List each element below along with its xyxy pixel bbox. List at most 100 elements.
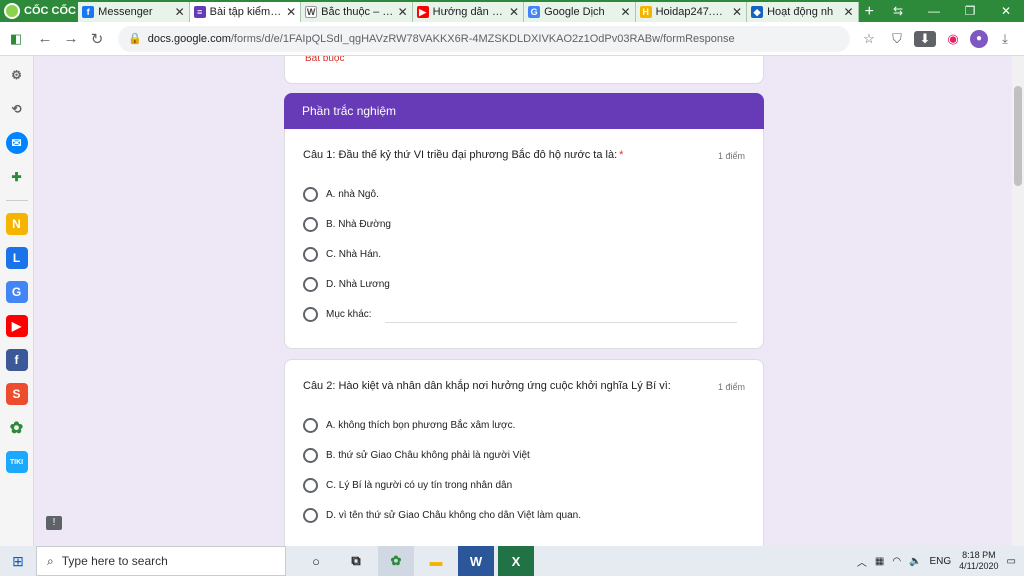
q1-option-other[interactable]: Mục khác: bbox=[303, 307, 372, 322]
reload-icon[interactable]: ↻ bbox=[84, 30, 110, 48]
n-app-icon[interactable]: N bbox=[5, 213, 28, 235]
tab-youtube[interactable]: ▶ Hướng dẫn Hà ✕ bbox=[412, 2, 525, 22]
browser-brand[interactable]: CỐC CỐC bbox=[0, 0, 78, 22]
coccoc-logo-icon bbox=[4, 3, 20, 19]
other-text-input[interactable] bbox=[385, 322, 737, 323]
file-explorer-icon[interactable]: ▬ bbox=[418, 546, 454, 576]
tab-title: Bài tập kiểm tra bbox=[209, 6, 283, 18]
word-icon[interactable]: W bbox=[458, 546, 494, 576]
question-2-text: Câu 2: Hào kiệt và nhân dân khắp nơi hưở… bbox=[303, 380, 671, 392]
option-label: D. Nhà Lương bbox=[326, 279, 390, 290]
radio-button[interactable] bbox=[303, 217, 318, 232]
question-1-label: Câu 1: Đầu thế kỷ thứ VI triều đại phươn… bbox=[303, 149, 618, 161]
radio-button[interactable] bbox=[303, 478, 318, 493]
close-icon[interactable]: ✕ bbox=[398, 5, 408, 19]
q1-option-a[interactable]: A. nhà Ngô. bbox=[303, 187, 379, 202]
wifi-icon[interactable]: ◠ bbox=[892, 556, 901, 567]
chevron-up-icon[interactable]: ︿ bbox=[857, 554, 867, 569]
excel-icon[interactable]: X bbox=[498, 546, 534, 576]
clock[interactable]: 8:18 PM 4/11/2020 bbox=[959, 550, 998, 572]
tab-hoidap[interactable]: H Hoidap247.com ✕ bbox=[635, 2, 748, 22]
section-title: Phần trắc nghiệm bbox=[284, 93, 764, 129]
tab-google-translate[interactable]: G Google Dịch ✕ bbox=[524, 2, 636, 22]
browser-toolbar: ◧ ← → ↻ 🔒 docs.google.com/forms/d/e/1FAI… bbox=[0, 22, 1024, 56]
radio-button[interactable] bbox=[303, 247, 318, 262]
coccoc-taskbar-icon[interactable]: ✿ bbox=[378, 546, 414, 576]
q1-option-d[interactable]: D. Nhà Lương bbox=[303, 277, 390, 292]
gear-icon[interactable]: ⚙ bbox=[6, 64, 28, 86]
wikipedia-icon: W bbox=[305, 6, 318, 18]
sidebar-toggle-icon[interactable]: ◧ bbox=[0, 31, 32, 47]
network-icon[interactable]: ▦ bbox=[875, 556, 884, 567]
task-view-icon[interactable]: ⧉ bbox=[338, 546, 374, 576]
download-icon[interactable]: ⤓ bbox=[994, 31, 1016, 47]
search-icon: ⌕ bbox=[47, 553, 54, 568]
q2-option-c[interactable]: C. Lý Bí là người có uy tín trong nhân d… bbox=[303, 478, 512, 493]
extension-icon[interactable]: ◉ bbox=[942, 31, 964, 47]
forward-icon[interactable]: → bbox=[58, 30, 84, 47]
new-tab-button[interactable]: + bbox=[859, 2, 880, 22]
search-placeholder: Type here to search bbox=[61, 554, 168, 568]
close-icon[interactable]: ✕ bbox=[844, 5, 854, 19]
taskbar-search[interactable]: ⌕ Type here to search bbox=[36, 546, 286, 576]
q1-option-b[interactable]: B. Nhà Đường bbox=[303, 217, 391, 232]
close-window-icon[interactable]: ✕ bbox=[988, 4, 1024, 18]
close-icon[interactable]: ✕ bbox=[621, 5, 631, 19]
bookmark-star-icon[interactable]: ☆ bbox=[858, 31, 880, 47]
browser-sidebar: ⚙ ⟲ ✉ ✚ N L G ▶ f S ✿ TIKI bbox=[0, 56, 34, 546]
facebook-icon[interactable]: f bbox=[5, 349, 28, 371]
tab-title: Hoạt động nh bbox=[767, 6, 834, 18]
option-label: A. nhà Ngô. bbox=[326, 189, 379, 200]
shield-icon[interactable]: ⛉ bbox=[886, 31, 908, 47]
radio-button[interactable] bbox=[303, 508, 318, 523]
q1-option-c[interactable]: C. Nhà Hán. bbox=[303, 247, 381, 262]
q2-option-d[interactable]: D. vì tên thứ sử Giao Châu không cho dân… bbox=[303, 508, 581, 523]
scroll-thumb[interactable] bbox=[1014, 86, 1022, 186]
question-card-1: Câu 1: Đầu thế kỷ thứ VI triều đại phươn… bbox=[284, 129, 764, 349]
option-label: C. Lý Bí là người có uy tín trong nhân d… bbox=[326, 480, 513, 491]
tiki-icon[interactable]: TIKI bbox=[5, 451, 28, 473]
q2-option-b[interactable]: B. thứ sử Giao Châu không phải là người … bbox=[303, 448, 530, 463]
windows-start-icon[interactable]: ⊞ bbox=[0, 553, 36, 570]
youtube-icon[interactable]: ▶ bbox=[5, 315, 28, 337]
form-header-card: Bắt buộc bbox=[284, 56, 764, 84]
tab-messenger[interactable]: f Messenger ✕ bbox=[78, 2, 190, 22]
forms-icon: ≡ bbox=[193, 6, 206, 18]
coccoc-icon[interactable]: ✿ bbox=[6, 417, 28, 439]
window-controls: ⇆ — ❐ ✕ bbox=[880, 0, 1024, 22]
radio-button[interactable] bbox=[303, 418, 318, 433]
cortana-icon[interactable]: ○ bbox=[298, 546, 334, 576]
language-indicator[interactable]: ENG bbox=[930, 556, 952, 567]
close-icon[interactable]: ✕ bbox=[286, 5, 296, 19]
close-icon[interactable]: ✕ bbox=[509, 5, 519, 19]
radio-button[interactable] bbox=[303, 448, 318, 463]
q2-option-a[interactable]: A. không thích bọn phương Bắc xâm lược. bbox=[303, 418, 515, 433]
page-scrollbar[interactable] bbox=[1012, 56, 1024, 546]
question-1-text: Câu 1: Đầu thế kỷ thứ VI triều đại phươn… bbox=[303, 149, 623, 161]
history-icon[interactable]: ⟲ bbox=[6, 98, 28, 120]
address-bar[interactable]: 🔒 docs.google.com/forms/d/e/1FAIpQLSdI_q… bbox=[118, 25, 850, 52]
translate-icon[interactable]: G bbox=[5, 281, 28, 303]
radio-button[interactable] bbox=[303, 277, 318, 292]
notification-icon[interactable]: ▭ bbox=[1007, 556, 1016, 567]
back-icon[interactable]: ← bbox=[32, 30, 58, 47]
minimize-icon[interactable]: — bbox=[916, 4, 952, 18]
messenger-icon[interactable]: ✉ bbox=[5, 132, 28, 154]
radio-button[interactable] bbox=[303, 307, 318, 322]
volume-icon[interactable]: 🔈 bbox=[909, 556, 921, 567]
restore-icon[interactable]: ❐ bbox=[952, 4, 988, 18]
tab-wikipedia[interactable]: W Bắc thuộc – Wikipedia ✕ bbox=[301, 2, 413, 22]
tab-list-icon[interactable]: ⇆ bbox=[880, 4, 916, 18]
profile-avatar[interactable]: ● bbox=[970, 29, 988, 48]
l-app-icon[interactable]: L bbox=[5, 247, 28, 269]
question-1-points: 1 điểm bbox=[717, 151, 745, 161]
radio-button[interactable] bbox=[303, 187, 318, 202]
gamepad-icon[interactable]: ✚ bbox=[6, 166, 28, 188]
close-icon[interactable]: ✕ bbox=[732, 5, 742, 19]
tab-hoat-dong[interactable]: ◆ Hoạt động nh ✕ bbox=[747, 2, 859, 22]
close-icon[interactable]: ✕ bbox=[175, 5, 185, 19]
download-box-icon[interactable]: ⬇ bbox=[914, 30, 936, 47]
feedback-icon[interactable]: ! bbox=[46, 516, 62, 530]
shopee-icon[interactable]: S bbox=[5, 383, 28, 405]
tab-form[interactable]: ≡ Bài tập kiểm tra ✕ bbox=[189, 2, 302, 22]
